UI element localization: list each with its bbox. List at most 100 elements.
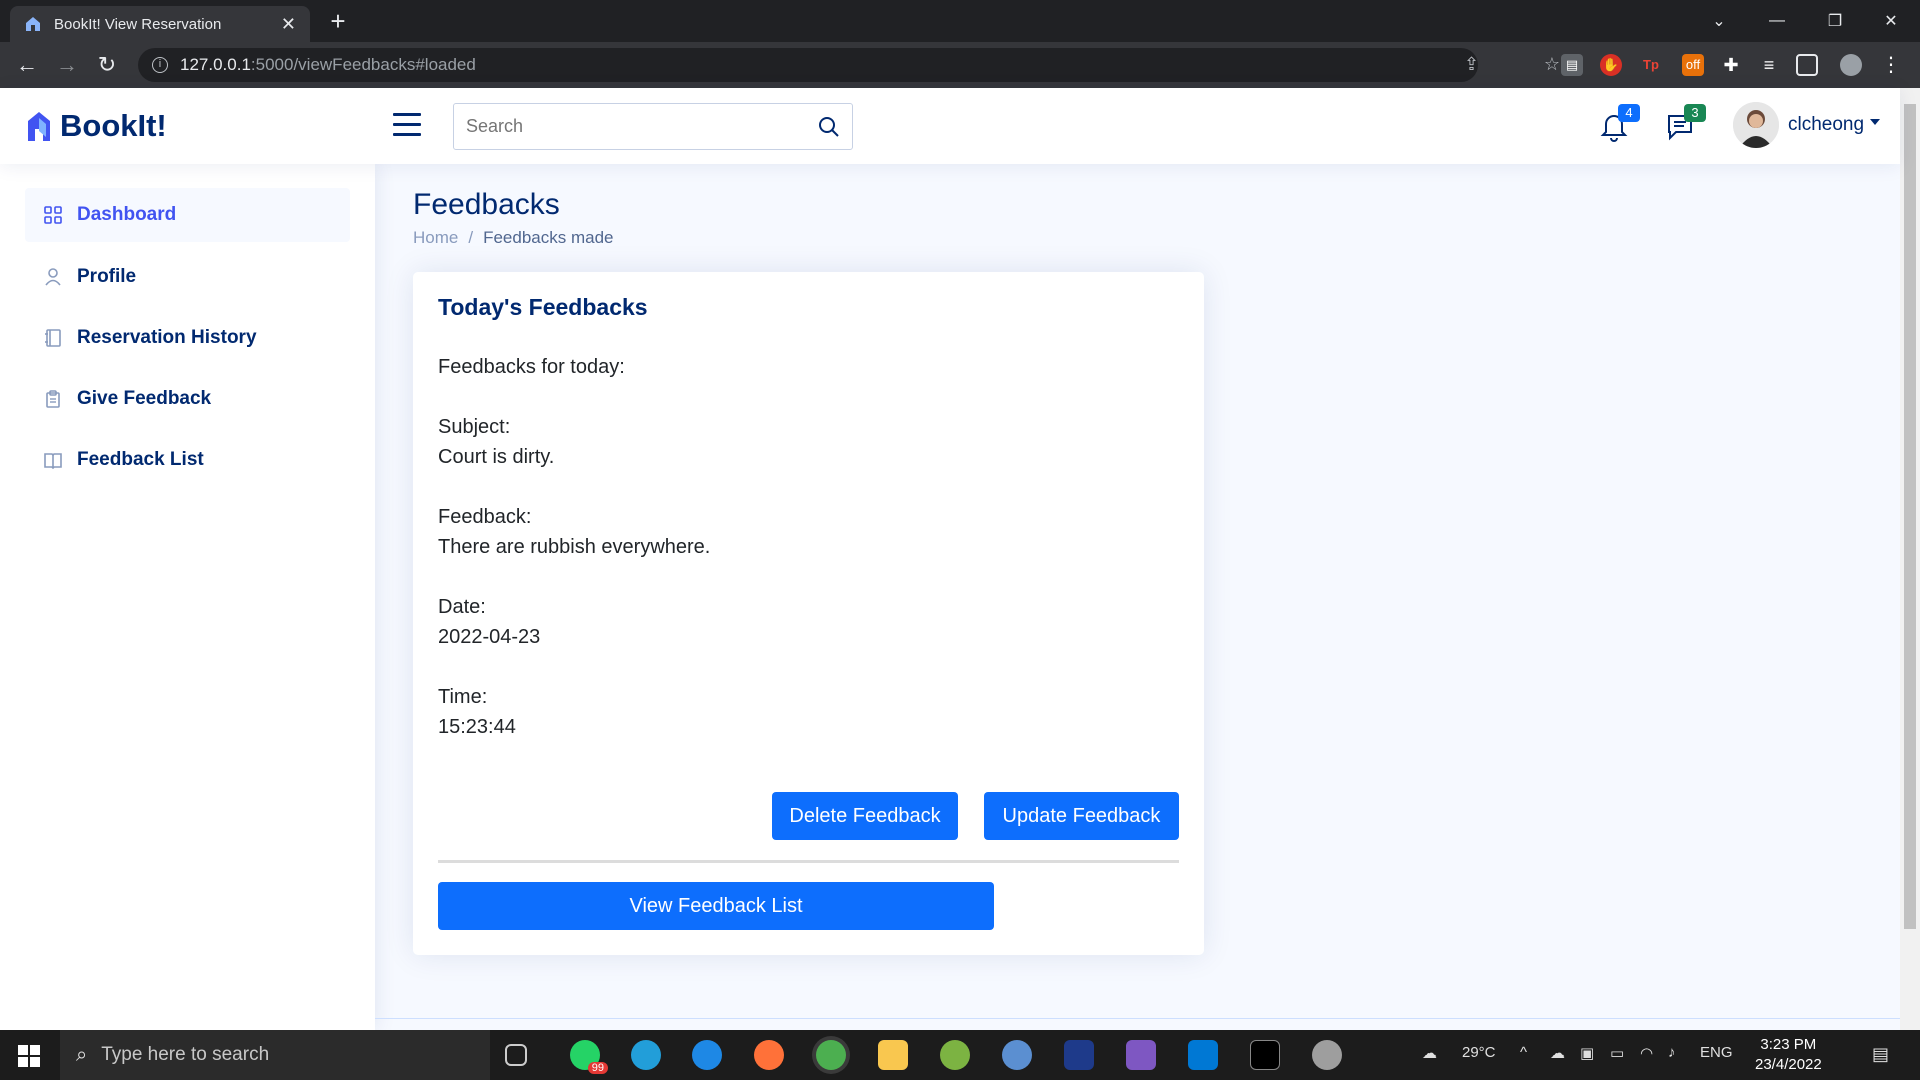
journal-icon [45,329,61,347]
sidebar-item-reservation-history[interactable]: Reservation History [25,311,350,365]
url-path: :5000/viewFeedbacks#loaded [250,55,476,74]
pdf-extension-icon[interactable]: ▤ [1561,54,1583,76]
search-icon[interactable] [818,116,840,138]
feedback-intro: Feedbacks for today: [438,356,625,378]
update-feedback-button[interactable]: Update Feedback [984,792,1179,840]
close-window-button[interactable]: ✕ [1862,0,1920,42]
onedrive-icon[interactable]: ☁ [1550,1044,1565,1062]
card-divider [438,860,1179,863]
url-host: 127.0.0.1 [180,55,251,74]
off-extension-icon[interactable]: off [1682,54,1704,76]
vscode-icon[interactable] [1188,1040,1218,1070]
page-title: Feedbacks [413,188,560,221]
volume-icon[interactable]: ♪ [1668,1044,1676,1061]
date-label: Date: [438,596,486,618]
sidebar-item-feedback-list[interactable]: Feedback List [25,433,350,487]
telegram-icon[interactable] [631,1040,661,1070]
book-icon [44,453,62,470]
chevron-down-icon[interactable] [1870,119,1880,125]
taskbar-search[interactable]: ⌕ Type here to search [60,1030,490,1080]
tab-search-icon[interactable]: ⌄ [1690,0,1748,42]
new-tab-button[interactable]: + [324,8,352,36]
extensions-puzzle-icon[interactable]: ✚ [1720,54,1742,76]
minimize-button[interactable]: — [1748,0,1806,42]
sidebar-item-label: Reservation History [77,327,257,348]
sidebar-item-give-feedback[interactable]: Give Feedback [25,372,350,426]
search-input[interactable] [466,116,818,137]
edge-icon[interactable] [692,1040,722,1070]
media-control-icon[interactable]: ≡ [1758,54,1780,76]
whatsapp-icon[interactable]: 99 [570,1040,608,1074]
time-label: Time: [438,686,488,708]
forward-icon[interactable]: → [54,52,80,78]
feedback-label: Feedback: [438,506,532,528]
date-value: 2022-04-23 [438,626,541,648]
grid-icon [44,206,62,224]
android-studio-icon[interactable] [940,1040,970,1070]
search-icon: ⌕ [76,1043,88,1066]
wifi-icon[interactable]: ◠ [1640,1044,1653,1062]
firefox-icon[interactable] [754,1040,784,1070]
toggle-sidebar-icon[interactable] [393,113,421,137]
browser-tab[interactable]: BookIt! View Reservation ✕ [10,6,310,42]
feedback-card: Today's Feedbacks Feedbacks for today: S… [413,272,1204,955]
tp-extension-icon[interactable]: Tp [1640,54,1662,76]
logo-text: BookIt! [60,108,167,143]
notification-center-icon[interactable]: ▤ [1872,1044,1889,1065]
logo[interactable]: BookIt! [26,108,167,144]
site-info-icon[interactable]: i [152,57,168,73]
sidebar-item-label: Profile [77,266,137,287]
clock-date: 23/4/2022 [1755,1056,1822,1073]
sidebar: Dashboard Profile Reservation History Gi… [0,164,375,1030]
side-panel-icon[interactable] [1796,54,1818,76]
search-bar [453,103,853,150]
battery-icon[interactable]: ▭ [1610,1044,1624,1062]
app-header: BookIt! 4 3 clcheong [0,88,1900,164]
adblock-extension-icon[interactable]: ✋ [1600,54,1622,76]
system-clock[interactable]: 3:23 PM 23/4/2022 [1755,1035,1822,1075]
menu-kebab-icon[interactable]: ⋮ [1880,54,1902,76]
show-hidden-icons-icon[interactable]: ^ [1520,1044,1527,1061]
browser-tab-strip: BookIt! View Reservation ✕ + ⌄ — ❐ ✕ [0,0,1920,42]
address-bar[interactable]: i 127.0.0.1:5000/viewFeedbacks#loaded ⇪ … [138,48,1560,82]
sidebar-item-dashboard[interactable]: Dashboard [25,188,350,242]
devc-icon[interactable] [1064,1040,1094,1070]
weather-cloud-icon[interactable]: ☁ [1422,1044,1437,1062]
share-icon[interactable]: ⇪ [1464,54,1479,75]
sidebar-item-label: Feedback List [77,449,204,470]
visual-studio-icon[interactable] [1126,1040,1156,1070]
bookit-favicon-icon [26,17,40,31]
avatar[interactable] [1733,102,1779,148]
restore-button[interactable]: ❐ [1806,0,1864,42]
back-icon[interactable]: ← [14,52,40,78]
notifications-bell-icon[interactable]: 4 [1600,104,1640,142]
chrome-icon[interactable] [816,1040,846,1070]
breadcrumb-home[interactable]: Home [413,228,458,248]
username[interactable]: clcheong [1788,114,1864,136]
view-feedback-list-button[interactable]: View Feedback List [438,882,994,930]
sidebar-item-profile[interactable]: Profile [25,250,350,304]
messages-chat-icon[interactable]: 3 [1666,104,1706,142]
browser-toolbar: ← → ↻ i 127.0.0.1:5000/viewFeedbacks#loa… [0,42,1920,88]
language-indicator[interactable]: ENG [1700,1044,1733,1061]
windows-taskbar: ⌕ Type here to search 99 ☁ 29°C ^ ☁ ▣ ▭ … [0,1030,1920,1080]
file-explorer-icon[interactable] [878,1040,908,1070]
close-tab-icon[interactable]: ✕ [281,14,296,35]
whatsapp-badge: 99 [587,1062,608,1074]
profile-avatar-icon[interactable] [1840,54,1862,76]
clock-time: 3:23 PM [1760,1036,1817,1053]
r-icon[interactable] [1002,1040,1032,1070]
breadcrumb: Home / Feedbacks made [413,228,614,248]
terminal-icon[interactable] [1250,1040,1280,1070]
sidebar-item-label: Give Feedback [77,388,212,409]
delete-feedback-button[interactable]: Delete Feedback [772,792,958,840]
messages-badge: 3 [1684,104,1706,122]
card-title: Today's Feedbacks [438,294,648,320]
scrollbar-thumb[interactable] [1904,104,1916,929]
windows-start-icon[interactable] [18,1045,40,1067]
reload-icon[interactable]: ↻ [94,52,120,78]
meet-icon[interactable]: ▣ [1580,1044,1594,1062]
paint-icon[interactable] [1312,1040,1342,1070]
task-view-icon[interactable] [505,1044,527,1066]
bookmark-star-icon[interactable]: ☆ [1544,54,1560,75]
